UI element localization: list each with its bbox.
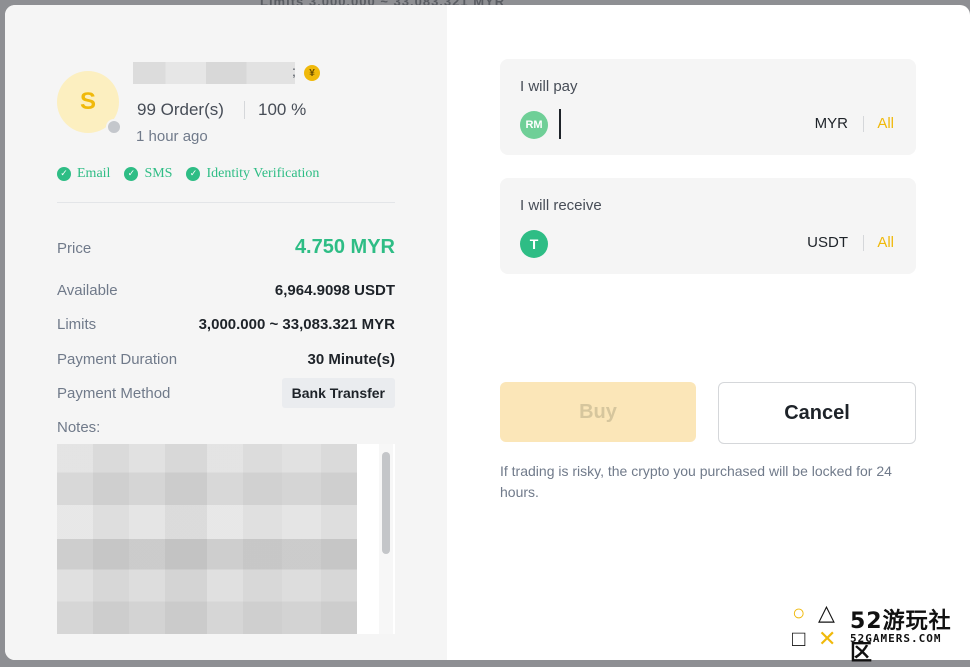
text-caret bbox=[559, 109, 561, 139]
last-seen: 1 hour ago bbox=[136, 128, 208, 145]
verification-sms: ✓ SMS bbox=[124, 166, 172, 182]
verification-label: Email bbox=[77, 166, 111, 181]
payment-duration-row: Payment Duration 30 Minute(s) bbox=[57, 349, 395, 373]
online-status-dot bbox=[106, 119, 122, 135]
merchant-badge-icon: ¥ bbox=[304, 65, 320, 81]
verification-label: Identity Verification bbox=[206, 166, 320, 181]
price-value: 4.750 MYR bbox=[294, 236, 395, 258]
receive-label: I will receive bbox=[520, 197, 602, 214]
currency-divider bbox=[863, 235, 864, 251]
verification-email: ✓ Email bbox=[57, 166, 110, 182]
notes-scrollbar-thumb[interactable] bbox=[382, 452, 390, 554]
check-circle-icon: ✓ bbox=[57, 167, 71, 181]
verification-list: ✓ Email ✓ SMS ✓ Identity Verification bbox=[57, 166, 319, 182]
watermark-subtitle: 52GAMERS.COM bbox=[850, 632, 942, 645]
receive-currency: USDT bbox=[807, 234, 848, 251]
available-value: 6,964.9098 USDT bbox=[274, 282, 395, 299]
myr-coin-icon: RM bbox=[520, 111, 548, 139]
limits-row: Limits 3,000.000 ~ 33,083.321 MYR bbox=[57, 314, 395, 338]
cancel-button[interactable]: Cancel bbox=[718, 382, 916, 444]
controller-symbols-icon: ○ △ □ ✕ bbox=[792, 600, 837, 651]
check-circle-icon: ✓ bbox=[186, 167, 201, 181]
receive-all-button[interactable]: All bbox=[877, 234, 894, 251]
payment-method-tag: Bank Transfer bbox=[281, 378, 395, 408]
verification-identity: ✓ Identity Verification bbox=[186, 166, 319, 182]
limits-label: Limits bbox=[57, 316, 97, 333]
buy-button[interactable]: Buy bbox=[500, 382, 696, 442]
currency-divider bbox=[863, 116, 864, 132]
available-label: Available bbox=[57, 282, 118, 299]
payment-duration-value: 30 Minute(s) bbox=[307, 351, 395, 368]
payment-method-label: Payment Method bbox=[57, 385, 171, 402]
merchant-panel: S ; ¥ 99 Order(s) 100 % 1 hour ago ✓ Ema… bbox=[5, 5, 447, 660]
notes-content-blurred bbox=[57, 444, 357, 634]
limits-value: 3,000.000 ~ 33,083.321 MYR bbox=[198, 316, 395, 333]
watermark-logo: ○ △ □ ✕ 52游玩社区 52GAMERS.COM bbox=[790, 598, 970, 666]
merchant-name-suffix: ; bbox=[292, 63, 296, 79]
stat-divider bbox=[244, 101, 245, 119]
verification-label: SMS bbox=[144, 166, 173, 181]
receive-field[interactable]: I will receive T USDT All bbox=[500, 178, 916, 274]
pay-all-button[interactable]: All bbox=[877, 115, 894, 132]
payment-method-row: Payment Method Bank Transfer bbox=[57, 378, 395, 408]
merchant-name-blurred[interactable] bbox=[133, 62, 295, 84]
risk-warning: If trading is risky, the crypto you purc… bbox=[500, 463, 892, 500]
usdt-coin-icon: T bbox=[520, 230, 548, 258]
payment-duration-label: Payment Duration bbox=[57, 351, 178, 368]
buy-order-modal: S ; ¥ 99 Order(s) 100 % 1 hour ago ✓ Ema… bbox=[5, 5, 970, 660]
notes-box bbox=[57, 444, 395, 634]
check-circle-icon: ✓ bbox=[124, 167, 139, 181]
pay-amount-input[interactable] bbox=[562, 109, 786, 141]
pay-currency: MYR bbox=[814, 115, 848, 132]
divider bbox=[57, 202, 395, 203]
pay-field[interactable]: I will pay RM MYR All bbox=[500, 59, 916, 155]
order-count: 99 Order(s) bbox=[137, 100, 224, 119]
price-label: Price bbox=[57, 240, 92, 257]
available-row: Available 6,964.9098 USDT bbox=[57, 280, 395, 304]
price-row: Price 4.750 MYR bbox=[57, 236, 395, 262]
notes-label: Notes: bbox=[57, 419, 101, 436]
completion-rate: 100 % bbox=[258, 100, 307, 119]
pay-label: I will pay bbox=[520, 78, 578, 95]
